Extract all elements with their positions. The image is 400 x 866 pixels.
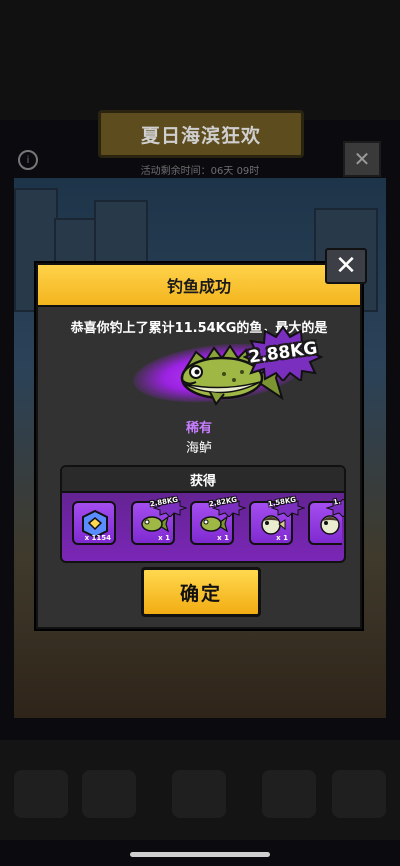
reward-weight-tag: 2.82KG <box>206 493 246 517</box>
bottom-nav-item[interactable] <box>14 770 68 818</box>
reward-count: x 1 <box>217 534 229 542</box>
reward-item[interactable]: 2.88KG x 1 <box>131 496 187 545</box>
background-top <box>0 0 400 120</box>
confirm-button[interactable]: 确定 <box>141 567 261 617</box>
close-icon: ✕ <box>335 251 357 281</box>
reward-weight: 1. <box>332 497 342 507</box>
reward-count: x 1 <box>158 534 170 542</box>
bottom-nav-item[interactable] <box>82 770 136 818</box>
reward-item[interactable]: x 1154 <box>72 501 116 545</box>
reward-item[interactable]: 2.82KG x 1 <box>190 496 246 545</box>
event-banner: 夏日海滨狂欢 <box>98 110 304 158</box>
modal-close-button[interactable]: ✕ <box>325 248 367 284</box>
event-timer: 活动剩余时间：06天 09时 <box>140 166 260 177</box>
catch-success-modal: 钓鱼成功 恭喜你钓上了累计11.54KG的鱼，最大的是 2.88KG 稀有 海鲈… <box>36 263 362 629</box>
reward-count: x 1 <box>276 534 288 542</box>
largest-weight-badge: 2.88KG <box>242 325 324 383</box>
modal-title: 钓鱼成功 <box>38 265 360 307</box>
largest-weight: 2.88KG <box>247 338 319 368</box>
reward-panel: 获得 x 1154 2.88KG x 1 2.82KG x 1 1.58KG x… <box>60 465 346 563</box>
bottom-nav-item[interactable] <box>262 770 316 818</box>
reward-count: x 1154 <box>84 534 111 542</box>
background-close-button[interactable]: ✕ <box>343 141 381 177</box>
reward-weight-tag: 2.88KG <box>147 493 187 517</box>
info-icon[interactable]: i <box>18 150 38 170</box>
reward-weight-tag: 1.58KG <box>265 493 305 517</box>
bottom-nav-item[interactable] <box>172 770 226 818</box>
reward-title: 获得 <box>62 467 344 493</box>
close-icon: ✕ <box>353 147 371 171</box>
rarity-label: 稀有 <box>185 421 212 436</box>
reward-weight-tag: 1. <box>320 493 344 517</box>
reward-item[interactable]: 1. <box>308 497 344 545</box>
reward-item[interactable]: 1.58KG x 1 <box>249 496 305 545</box>
reward-list[interactable]: x 1154 2.88KG x 1 2.82KG x 1 1.58KG x 1 … <box>72 496 344 551</box>
home-indicator <box>130 852 270 857</box>
bottom-nav-item[interactable] <box>332 770 386 818</box>
fish-name: 海鲈 <box>185 441 212 456</box>
